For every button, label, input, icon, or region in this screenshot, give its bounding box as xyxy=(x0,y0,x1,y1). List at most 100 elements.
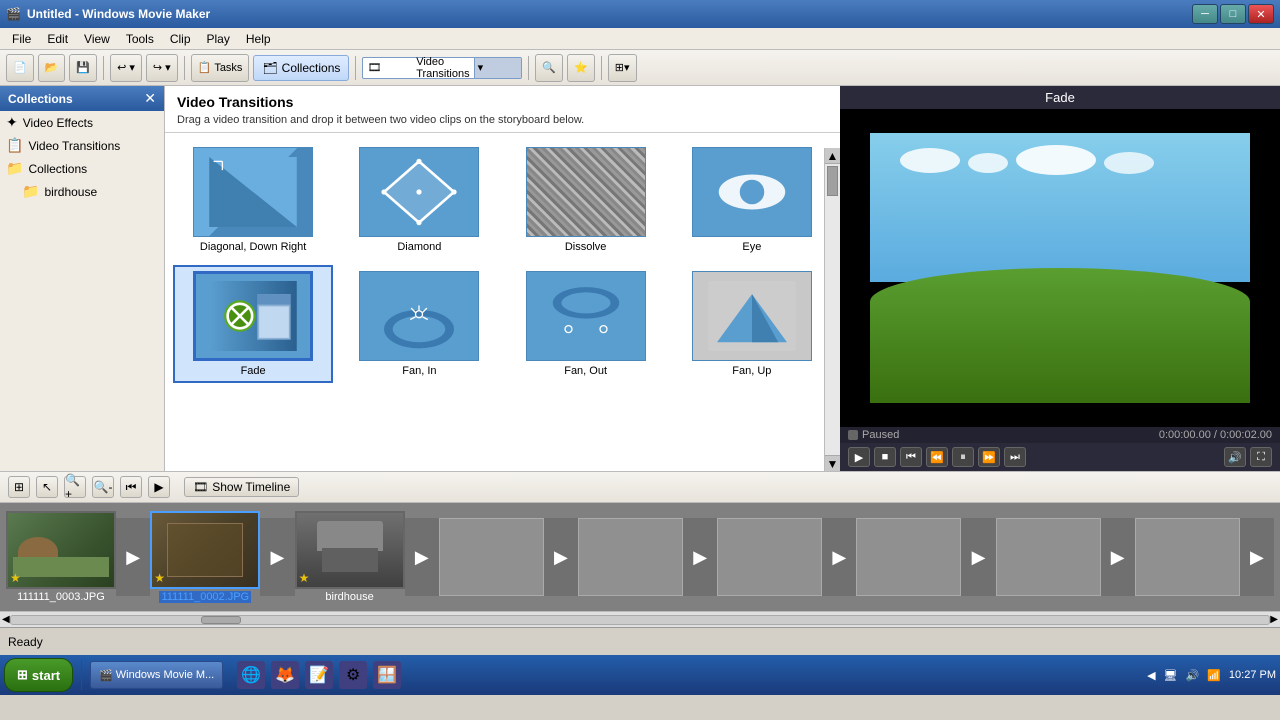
story-arrow-9: ▶ xyxy=(1240,518,1274,596)
clouds xyxy=(900,148,1154,175)
transitions-panel: Video Transitions Drag a video transitio… xyxy=(165,86,840,471)
transitions-scrollbar[interactable]: ▲ ▼ xyxy=(824,148,840,471)
next-button[interactable]: ⏩ xyxy=(978,447,1000,467)
menu-play[interactable]: Play xyxy=(199,30,238,48)
prev-button[interactable]: ⏪ xyxy=(926,447,948,467)
transition-fade[interactable]: Fade xyxy=(175,267,331,381)
transition-diagonal-down-right[interactable]: Diagonal, Down Right xyxy=(175,143,331,257)
storyboard-scrollbar[interactable]: ◀ ▶ xyxy=(0,611,1280,627)
redo-button[interactable]: ↪▾ xyxy=(146,54,178,82)
pause-button[interactable]: ⏸ xyxy=(952,447,974,467)
fullscreen-button[interactable]: ⛶ xyxy=(1250,447,1272,467)
storyboard-pointer-btn[interactable]: ↖ xyxy=(36,476,58,498)
play-sb-btn[interactable]: ▶ xyxy=(148,476,170,498)
collections-button[interactable]: 🗂 Collections xyxy=(253,55,349,81)
expand-tray-icon[interactable]: ◀ xyxy=(1147,669,1155,682)
diamond-svg xyxy=(374,157,464,227)
collections-panel: Collections ✕ ✦ Video Effects 📋 Video Tr… xyxy=(0,86,165,471)
clip-star-1: ★ xyxy=(10,571,21,585)
transition-dissolve[interactable]: Dissolve xyxy=(508,143,664,257)
layout-button[interactable]: ⊞▾ xyxy=(608,54,637,82)
next-frame-button[interactable]: ⏭ xyxy=(1004,447,1026,467)
word-button[interactable]: 📝 xyxy=(305,661,333,689)
search-button[interactable]: 🔍 xyxy=(535,54,563,82)
transitions-grid: Diagonal, Down Right Diamo xyxy=(165,133,840,471)
clip-thumb-2: ★ xyxy=(150,511,260,589)
open-button[interactable]: 📂 xyxy=(38,54,66,82)
transition-thumb-fan-in xyxy=(359,271,479,361)
ie-button[interactable]: 🌐 xyxy=(237,661,265,689)
diagonal-svg xyxy=(208,157,298,227)
scroll-track[interactable] xyxy=(10,615,1271,625)
zoom-in-btn[interactable]: 🔍+ xyxy=(64,476,86,498)
scrollbar-up-button[interactable]: ▲ xyxy=(825,148,840,164)
minimize-button[interactable]: ─ xyxy=(1192,4,1218,24)
tree-item-birdhouse[interactable]: 📁 birdhouse xyxy=(0,180,164,203)
taskbar-movie-maker[interactable]: 🎬 Windows Movie M... xyxy=(90,661,223,689)
menu-help[interactable]: Help xyxy=(238,30,279,48)
movie-maker-taskbar-label: Windows Movie M... xyxy=(116,669,214,681)
storyboard-icon-btn[interactable]: ⊞ xyxy=(8,476,30,498)
transition-eye[interactable]: Eye xyxy=(674,143,830,257)
taskbar: ⊞ start 🎬 Windows Movie M... 🌐 🦊 📝 ⚙ 🪟 ◀… xyxy=(0,655,1280,695)
cloud-2 xyxy=(968,153,1008,173)
category-dropdown[interactable]: 🎞 Video Transitions ▾ xyxy=(362,57,522,79)
paused-dot xyxy=(848,430,858,440)
transition-fan-out[interactable]: Fan, Out xyxy=(508,267,664,381)
star-button[interactable]: ⭐ xyxy=(567,54,595,82)
settings-button[interactable]: ⚙ xyxy=(339,661,367,689)
scroll-left-button[interactable]: ◀ xyxy=(2,614,10,625)
collections-tree-label: Collections xyxy=(28,162,87,176)
transition-fan-in[interactable]: Fan, In xyxy=(341,267,497,381)
story-clip-1[interactable]: ★ 111111_0003.JPG xyxy=(6,511,116,603)
start-button[interactable]: ⊞ start xyxy=(4,658,73,692)
firefox-button[interactable]: 🦊 xyxy=(271,661,299,689)
empty-slot-6 xyxy=(1135,518,1240,596)
scroll-right-button[interactable]: ▶ xyxy=(1270,614,1278,625)
tree-item-collections[interactable]: 📁 Collections xyxy=(0,157,164,180)
video-effects-icon: ✦ xyxy=(6,114,18,131)
tree-item-video-effects[interactable]: ✦ Video Effects xyxy=(0,111,164,134)
close-panel-button[interactable]: ✕ xyxy=(144,90,156,107)
story-clip-3[interactable]: ★ birdhouse xyxy=(295,511,405,603)
play-button[interactable]: ▶ xyxy=(848,447,870,467)
network-icon: 🖥 xyxy=(1164,669,1178,682)
scrollbar-thumb[interactable] xyxy=(827,166,838,196)
story-clip-2[interactable]: ★ 111111_0002.JPG xyxy=(150,511,260,603)
movie-maker-taskbar-icon: 🎬 xyxy=(99,669,113,682)
windows-logo-icon: ⊞ xyxy=(17,667,28,683)
transition-thumb-eye xyxy=(692,147,812,237)
menu-clip[interactable]: Clip xyxy=(162,30,199,48)
window-button[interactable]: 🪟 xyxy=(373,661,401,689)
undo-button[interactable]: ↩▾ xyxy=(110,54,142,82)
video-effects-label: Video Effects xyxy=(23,116,93,130)
prev-frame-button[interactable]: ⏮ xyxy=(900,447,922,467)
collections-icon: 🗂 xyxy=(262,61,277,75)
menu-edit[interactable]: Edit xyxy=(39,30,76,48)
menu-view[interactable]: View xyxy=(76,30,118,48)
close-button[interactable]: ✕ xyxy=(1248,4,1274,24)
transition-fan-up[interactable]: Fan, Up xyxy=(674,267,830,381)
show-timeline-button[interactable]: 🎞 Show Timeline xyxy=(184,477,299,497)
story-arrow-5: ▶ xyxy=(683,518,717,596)
status-text: Ready xyxy=(8,635,43,649)
category-dropdown-label: Video Transitions xyxy=(412,56,473,80)
app-icon: 🎬 xyxy=(6,7,21,21)
maximize-button[interactable]: □ xyxy=(1220,4,1246,24)
menu-file[interactable]: File xyxy=(4,30,39,48)
tasks-icon: 📋 xyxy=(198,61,212,74)
tree-item-video-transitions[interactable]: 📋 Video Transitions xyxy=(0,134,164,157)
zoom-out-btn[interactable]: 🔍- xyxy=(92,476,114,498)
save-button[interactable]: 💾 xyxy=(69,54,97,82)
mute-button[interactable]: 🔊 xyxy=(1224,447,1246,467)
menu-tools[interactable]: Tools xyxy=(118,30,162,48)
clip-name-2: 111111_0002.JPG xyxy=(159,591,251,603)
tasks-button[interactable]: 📋 Tasks xyxy=(191,54,250,82)
new-button[interactable]: 📄 xyxy=(6,54,34,82)
stop-button[interactable]: ■ xyxy=(874,447,896,467)
transition-diamond[interactable]: Diamond xyxy=(341,143,497,257)
rewind-btn[interactable]: ⏮ xyxy=(120,476,142,498)
scroll-thumb[interactable] xyxy=(201,616,241,624)
scrollbar-down-button[interactable]: ▼ xyxy=(825,455,840,471)
network-status-icon: 📶 xyxy=(1207,669,1221,682)
